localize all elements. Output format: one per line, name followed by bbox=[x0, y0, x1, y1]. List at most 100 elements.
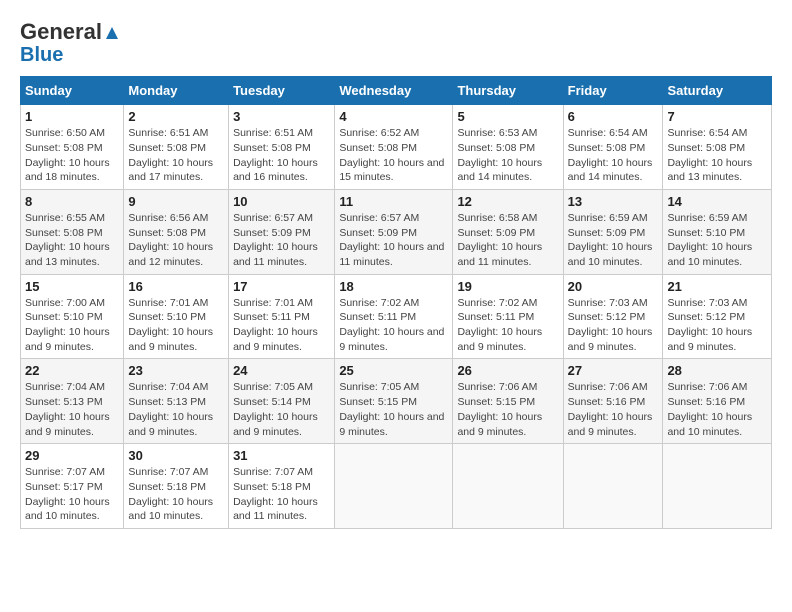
day-info: Sunrise: 7:00 AM Sunset: 5:10 PM Dayligh… bbox=[25, 296, 119, 355]
calendar-cell: 13 Sunrise: 6:59 AM Sunset: 5:09 PM Dayl… bbox=[563, 189, 663, 274]
day-info: Sunrise: 7:01 AM Sunset: 5:10 PM Dayligh… bbox=[128, 296, 224, 355]
calendar-cell bbox=[563, 444, 663, 529]
day-info: Sunrise: 7:01 AM Sunset: 5:11 PM Dayligh… bbox=[233, 296, 330, 355]
calendar-week-row: 1 Sunrise: 6:50 AM Sunset: 5:08 PM Dayli… bbox=[21, 105, 772, 190]
day-number: 17 bbox=[233, 279, 330, 294]
calendar-week-row: 8 Sunrise: 6:55 AM Sunset: 5:08 PM Dayli… bbox=[21, 189, 772, 274]
calendar-cell: 7 Sunrise: 6:54 AM Sunset: 5:08 PM Dayli… bbox=[663, 105, 772, 190]
day-number: 9 bbox=[128, 194, 224, 209]
calendar-cell: 22 Sunrise: 7:04 AM Sunset: 5:13 PM Dayl… bbox=[21, 359, 124, 444]
calendar-cell: 21 Sunrise: 7:03 AM Sunset: 5:12 PM Dayl… bbox=[663, 274, 772, 359]
day-number: 5 bbox=[457, 109, 558, 124]
weekday-header-friday: Friday bbox=[563, 77, 663, 105]
day-number: 10 bbox=[233, 194, 330, 209]
calendar-cell: 19 Sunrise: 7:02 AM Sunset: 5:11 PM Dayl… bbox=[453, 274, 563, 359]
calendar-cell: 8 Sunrise: 6:55 AM Sunset: 5:08 PM Dayli… bbox=[21, 189, 124, 274]
logo-blue: Blue bbox=[20, 44, 63, 66]
day-number: 29 bbox=[25, 448, 119, 463]
day-number: 26 bbox=[457, 363, 558, 378]
calendar-cell: 29 Sunrise: 7:07 AM Sunset: 5:17 PM Dayl… bbox=[21, 444, 124, 529]
day-number: 27 bbox=[568, 363, 659, 378]
day-number: 8 bbox=[25, 194, 119, 209]
day-info: Sunrise: 7:04 AM Sunset: 5:13 PM Dayligh… bbox=[128, 380, 224, 439]
calendar-cell: 4 Sunrise: 6:52 AM Sunset: 5:08 PM Dayli… bbox=[335, 105, 453, 190]
day-info: Sunrise: 7:05 AM Sunset: 5:14 PM Dayligh… bbox=[233, 380, 330, 439]
weekday-header-monday: Monday bbox=[124, 77, 229, 105]
day-number: 15 bbox=[25, 279, 119, 294]
day-number: 24 bbox=[233, 363, 330, 378]
day-number: 7 bbox=[667, 109, 767, 124]
day-number: 22 bbox=[25, 363, 119, 378]
day-info: Sunrise: 7:06 AM Sunset: 5:15 PM Dayligh… bbox=[457, 380, 558, 439]
calendar-cell: 3 Sunrise: 6:51 AM Sunset: 5:08 PM Dayli… bbox=[229, 105, 335, 190]
day-number: 19 bbox=[457, 279, 558, 294]
calendar-cell: 25 Sunrise: 7:05 AM Sunset: 5:15 PM Dayl… bbox=[335, 359, 453, 444]
day-number: 6 bbox=[568, 109, 659, 124]
day-info: Sunrise: 7:03 AM Sunset: 5:12 PM Dayligh… bbox=[568, 296, 659, 355]
calendar-cell: 18 Sunrise: 7:02 AM Sunset: 5:11 PM Dayl… bbox=[335, 274, 453, 359]
day-info: Sunrise: 6:51 AM Sunset: 5:08 PM Dayligh… bbox=[128, 126, 224, 185]
day-info: Sunrise: 6:51 AM Sunset: 5:08 PM Dayligh… bbox=[233, 126, 330, 185]
day-info: Sunrise: 7:03 AM Sunset: 5:12 PM Dayligh… bbox=[667, 296, 767, 355]
day-number: 11 bbox=[339, 194, 448, 209]
calendar-cell: 23 Sunrise: 7:04 AM Sunset: 5:13 PM Dayl… bbox=[124, 359, 229, 444]
calendar-cell: 31 Sunrise: 7:07 AM Sunset: 5:18 PM Dayl… bbox=[229, 444, 335, 529]
logo: General Blue bbox=[20, 20, 120, 66]
day-info: Sunrise: 6:59 AM Sunset: 5:10 PM Dayligh… bbox=[667, 211, 767, 270]
weekday-header-thursday: Thursday bbox=[453, 77, 563, 105]
day-number: 25 bbox=[339, 363, 448, 378]
calendar-cell: 20 Sunrise: 7:03 AM Sunset: 5:12 PM Dayl… bbox=[563, 274, 663, 359]
calendar-cell: 17 Sunrise: 7:01 AM Sunset: 5:11 PM Dayl… bbox=[229, 274, 335, 359]
day-number: 1 bbox=[25, 109, 119, 124]
calendar-cell: 14 Sunrise: 6:59 AM Sunset: 5:10 PM Dayl… bbox=[663, 189, 772, 274]
calendar-cell: 11 Sunrise: 6:57 AM Sunset: 5:09 PM Dayl… bbox=[335, 189, 453, 274]
day-number: 23 bbox=[128, 363, 224, 378]
day-info: Sunrise: 7:07 AM Sunset: 5:17 PM Dayligh… bbox=[25, 465, 119, 524]
day-info: Sunrise: 7:06 AM Sunset: 5:16 PM Dayligh… bbox=[568, 380, 659, 439]
calendar-cell: 27 Sunrise: 7:06 AM Sunset: 5:16 PM Dayl… bbox=[563, 359, 663, 444]
day-info: Sunrise: 6:55 AM Sunset: 5:08 PM Dayligh… bbox=[25, 211, 119, 270]
calendar-cell: 15 Sunrise: 7:00 AM Sunset: 5:10 PM Dayl… bbox=[21, 274, 124, 359]
day-info: Sunrise: 7:05 AM Sunset: 5:15 PM Dayligh… bbox=[339, 380, 448, 439]
calendar-cell: 12 Sunrise: 6:58 AM Sunset: 5:09 PM Dayl… bbox=[453, 189, 563, 274]
day-info: Sunrise: 6:59 AM Sunset: 5:09 PM Dayligh… bbox=[568, 211, 659, 270]
day-number: 13 bbox=[568, 194, 659, 209]
day-number: 18 bbox=[339, 279, 448, 294]
day-number: 28 bbox=[667, 363, 767, 378]
day-info: Sunrise: 6:50 AM Sunset: 5:08 PM Dayligh… bbox=[25, 126, 119, 185]
calendar-cell: 2 Sunrise: 6:51 AM Sunset: 5:08 PM Dayli… bbox=[124, 105, 229, 190]
day-number: 2 bbox=[128, 109, 224, 124]
calendar-cell: 16 Sunrise: 7:01 AM Sunset: 5:10 PM Dayl… bbox=[124, 274, 229, 359]
weekday-header-tuesday: Tuesday bbox=[229, 77, 335, 105]
day-info: Sunrise: 7:06 AM Sunset: 5:16 PM Dayligh… bbox=[667, 380, 767, 439]
day-info: Sunrise: 6:54 AM Sunset: 5:08 PM Dayligh… bbox=[667, 126, 767, 185]
calendar-cell bbox=[335, 444, 453, 529]
day-number: 21 bbox=[667, 279, 767, 294]
calendar-cell: 24 Sunrise: 7:05 AM Sunset: 5:14 PM Dayl… bbox=[229, 359, 335, 444]
calendar-cell: 10 Sunrise: 6:57 AM Sunset: 5:09 PM Dayl… bbox=[229, 189, 335, 274]
calendar-table: SundayMondayTuesdayWednesdayThursdayFrid… bbox=[20, 76, 772, 529]
calendar-cell: 30 Sunrise: 7:07 AM Sunset: 5:18 PM Dayl… bbox=[124, 444, 229, 529]
weekday-header-row: SundayMondayTuesdayWednesdayThursdayFrid… bbox=[21, 77, 772, 105]
calendar-cell: 5 Sunrise: 6:53 AM Sunset: 5:08 PM Dayli… bbox=[453, 105, 563, 190]
calendar-cell: 9 Sunrise: 6:56 AM Sunset: 5:08 PM Dayli… bbox=[124, 189, 229, 274]
weekday-header-wednesday: Wednesday bbox=[335, 77, 453, 105]
calendar-week-row: 15 Sunrise: 7:00 AM Sunset: 5:10 PM Dayl… bbox=[21, 274, 772, 359]
day-number: 3 bbox=[233, 109, 330, 124]
calendar-cell bbox=[453, 444, 563, 529]
logo-text: General bbox=[20, 20, 120, 44]
day-info: Sunrise: 6:58 AM Sunset: 5:09 PM Dayligh… bbox=[457, 211, 558, 270]
day-info: Sunrise: 6:54 AM Sunset: 5:08 PM Dayligh… bbox=[568, 126, 659, 185]
day-info: Sunrise: 7:07 AM Sunset: 5:18 PM Dayligh… bbox=[128, 465, 224, 524]
day-info: Sunrise: 7:07 AM Sunset: 5:18 PM Dayligh… bbox=[233, 465, 330, 524]
day-info: Sunrise: 7:02 AM Sunset: 5:11 PM Dayligh… bbox=[339, 296, 448, 355]
calendar-week-row: 29 Sunrise: 7:07 AM Sunset: 5:17 PM Dayl… bbox=[21, 444, 772, 529]
calendar-cell: 6 Sunrise: 6:54 AM Sunset: 5:08 PM Dayli… bbox=[563, 105, 663, 190]
weekday-header-saturday: Saturday bbox=[663, 77, 772, 105]
page-header: General Blue bbox=[20, 20, 772, 66]
logo-icon bbox=[104, 25, 120, 41]
calendar-cell bbox=[663, 444, 772, 529]
calendar-week-row: 22 Sunrise: 7:04 AM Sunset: 5:13 PM Dayl… bbox=[21, 359, 772, 444]
day-number: 16 bbox=[128, 279, 224, 294]
calendar-cell: 26 Sunrise: 7:06 AM Sunset: 5:15 PM Dayl… bbox=[453, 359, 563, 444]
